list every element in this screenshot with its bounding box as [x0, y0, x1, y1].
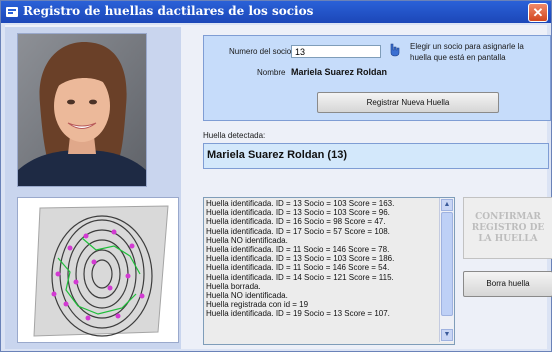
- member-number-input[interactable]: 13: [291, 45, 381, 58]
- fingerprint-preview: [17, 197, 179, 343]
- detected-fingerprint-field: Mariela Suarez Roldan (13): [203, 143, 549, 169]
- log-line: Huella identificada. ID = 16 Socio = 98 …: [206, 217, 386, 227]
- log-line: Huella identificada. ID = 13 Socio = 103…: [206, 199, 395, 208]
- register-fingerprint-button[interactable]: Registrar Nueva Huella: [317, 92, 499, 113]
- window-title: Registro de huellas dactilares de los so…: [23, 4, 314, 18]
- scroll-down-icon[interactable]: ▼: [441, 329, 453, 341]
- log-line: Huella borrada.: [206, 281, 261, 291]
- log-line: Huella identificada. ID = 13 Socio = 103…: [206, 254, 395, 264]
- scroll-thumb[interactable]: [441, 212, 453, 316]
- pick-member-hint: Elegir un socio para asignarle la huella…: [410, 42, 524, 62]
- log-line: Huella registrada con id = 19: [206, 300, 309, 310]
- member-name-label: Nombre: [257, 68, 286, 77]
- fingerprint-registration-window: Registro de huellas dactilares de los so…: [0, 0, 552, 352]
- pointer-hand-icon[interactable]: [387, 41, 403, 57]
- scroll-up-icon[interactable]: ▲: [441, 199, 453, 211]
- log-line: Huella identificada. ID = 11 Socio = 146…: [206, 263, 390, 273]
- log-line: Huella identificada. ID = 17 Socio = 57 …: [206, 226, 390, 236]
- log-line: Huella identificada. ID = 11 Socio = 146…: [206, 245, 390, 255]
- detected-label: Huella detectada:: [203, 131, 266, 140]
- member-number-label: Numero del socio: [229, 47, 292, 56]
- log-line: Huella identificada. ID = 19 Socio = 13 …: [206, 309, 390, 319]
- log-line: Huella identificada. ID = 14 Socio = 121…: [206, 272, 394, 282]
- log-scrollbar[interactable]: ▲ ▼: [439, 198, 454, 342]
- confirm-registration-button[interactable]: CONFIRMAR REGISTRO DE LA HUELLA: [463, 197, 552, 259]
- event-log[interactable]: Huella identificada. ID = 13 Socio = 103…: [203, 197, 455, 345]
- app-icon: [6, 7, 18, 17]
- close-button[interactable]: ✕: [528, 3, 548, 22]
- member-name-value: Mariela Suarez Roldan: [291, 67, 388, 77]
- log-line: Huella NO identificada.: [206, 235, 288, 245]
- member-photo: [17, 33, 147, 187]
- delete-fingerprint-button[interactable]: Borra huella: [463, 271, 552, 297]
- title-bar[interactable]: Registro de huellas dactilares de los so…: [1, 1, 551, 23]
- log-line: Huella NO identificada.: [206, 291, 288, 301]
- event-log-lines: Huella identificada. ID = 13 Socio = 103…: [206, 199, 438, 319]
- log-line: Huella identificada. ID = 13 Socio = 103…: [206, 208, 390, 218]
